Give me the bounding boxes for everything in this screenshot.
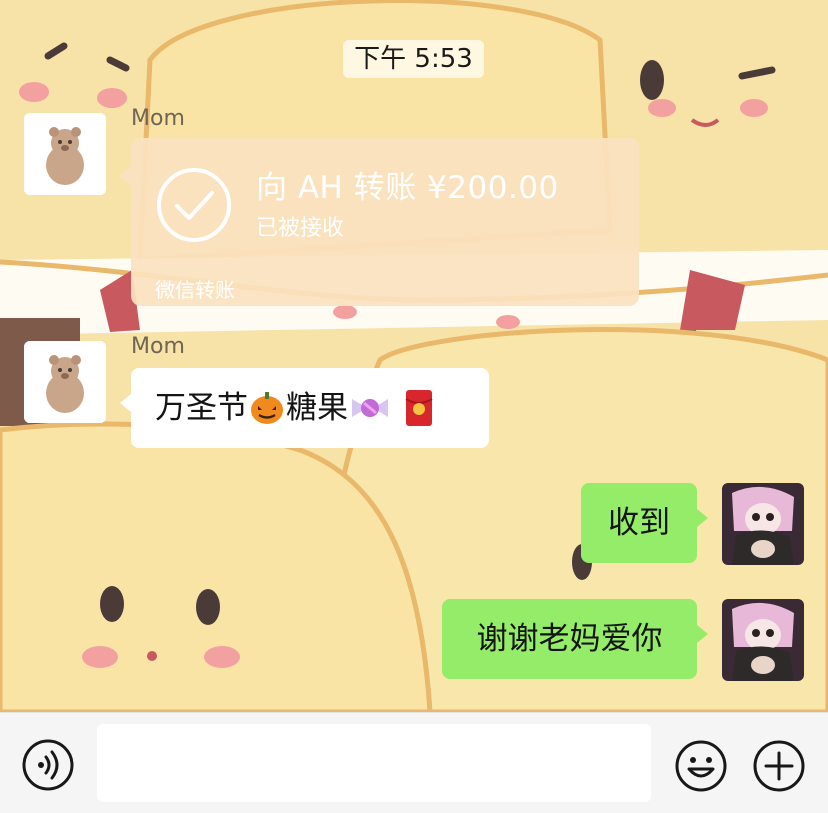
plus-icon[interactable]: [752, 739, 806, 793]
smiley-icon[interactable]: [674, 739, 728, 793]
anime-avatar-icon: [722, 483, 804, 565]
message-text: 收到: [608, 505, 670, 541]
sender-name: Mom: [131, 106, 185, 131]
red-envelope-icon: [405, 390, 433, 426]
my-avatar[interactable]: [722, 599, 804, 681]
incoming-message-bubble[interactable]: 万圣节 糖果: [120, 368, 489, 448]
message-timestamp: 下午 5:53: [343, 40, 484, 78]
my-avatar[interactable]: [722, 483, 804, 565]
bear-avatar-icon: [24, 113, 106, 195]
outgoing-message-bubble[interactable]: 收到: [581, 483, 708, 563]
transfer-card[interactable]: 向 AH 转账 ¥200.00 已被接收 微信转账: [119, 138, 639, 306]
checkmark-circle-icon: [157, 168, 231, 242]
message-text: 万圣节: [155, 390, 248, 426]
sender-name: Mom: [131, 334, 185, 359]
outgoing-message-bubble[interactable]: 谢谢老妈爱你: [442, 599, 708, 679]
voice-icon[interactable]: [22, 739, 74, 791]
anime-avatar-icon: [722, 599, 804, 681]
chat-wallpaper: [0, 0, 828, 712]
message-text: 糖果: [286, 390, 348, 426]
transfer-status: 已被接收: [256, 216, 345, 241]
chat-input-bar: [0, 712, 828, 813]
transfer-title: 向 AH 转账 ¥200.00: [256, 170, 559, 206]
message-input[interactable]: [97, 724, 651, 802]
bear-avatar-icon: [24, 341, 106, 423]
mom-avatar[interactable]: [24, 113, 106, 195]
pumpkin-icon: [251, 392, 283, 424]
candy-icon: [352, 399, 388, 417]
message-text: 谢谢老妈爱你: [476, 621, 663, 657]
mom-avatar[interactable]: [24, 341, 106, 423]
transfer-footer: 微信转账: [155, 278, 235, 302]
